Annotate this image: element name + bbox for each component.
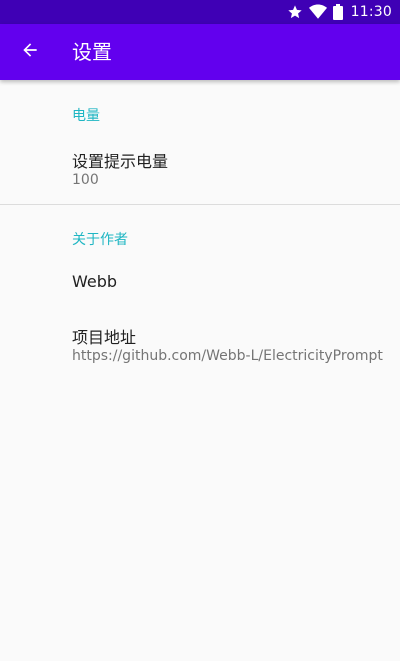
pref-title: Webb <box>72 272 118 291</box>
pref-item-author[interactable]: Webb <box>0 262 400 306</box>
arrow-back-icon <box>20 40 40 64</box>
pref-item-reminder-level[interactable]: 设置提示电量 100 <box>0 138 400 194</box>
back-button[interactable] <box>6 28 54 76</box>
battery-icon <box>332 4 343 20</box>
star-icon <box>287 4 303 20</box>
status-bar: 11:30 <box>0 0 400 24</box>
pref-summary: https://github.com/Webb-L/ElectricityPro… <box>72 348 383 364</box>
pref-title: 设置提示电量 <box>72 152 169 171</box>
pref-summary: 100 <box>72 172 99 188</box>
category-title-battery: 电量 <box>72 108 100 124</box>
app-bar: 设置 <box>0 24 400 80</box>
pref-item-project-url[interactable]: 项目地址 https://github.com/Webb-L/Electrici… <box>0 316 400 372</box>
pref-title: 项目地址 <box>72 328 137 347</box>
page-title: 设置 <box>72 40 112 64</box>
category-title-about: 关于作者 <box>72 232 128 248</box>
divider <box>0 204 400 205</box>
wifi-icon <box>308 4 327 20</box>
status-time: 11:30 <box>350 4 392 20</box>
status-icons: 11:30 <box>287 0 392 24</box>
